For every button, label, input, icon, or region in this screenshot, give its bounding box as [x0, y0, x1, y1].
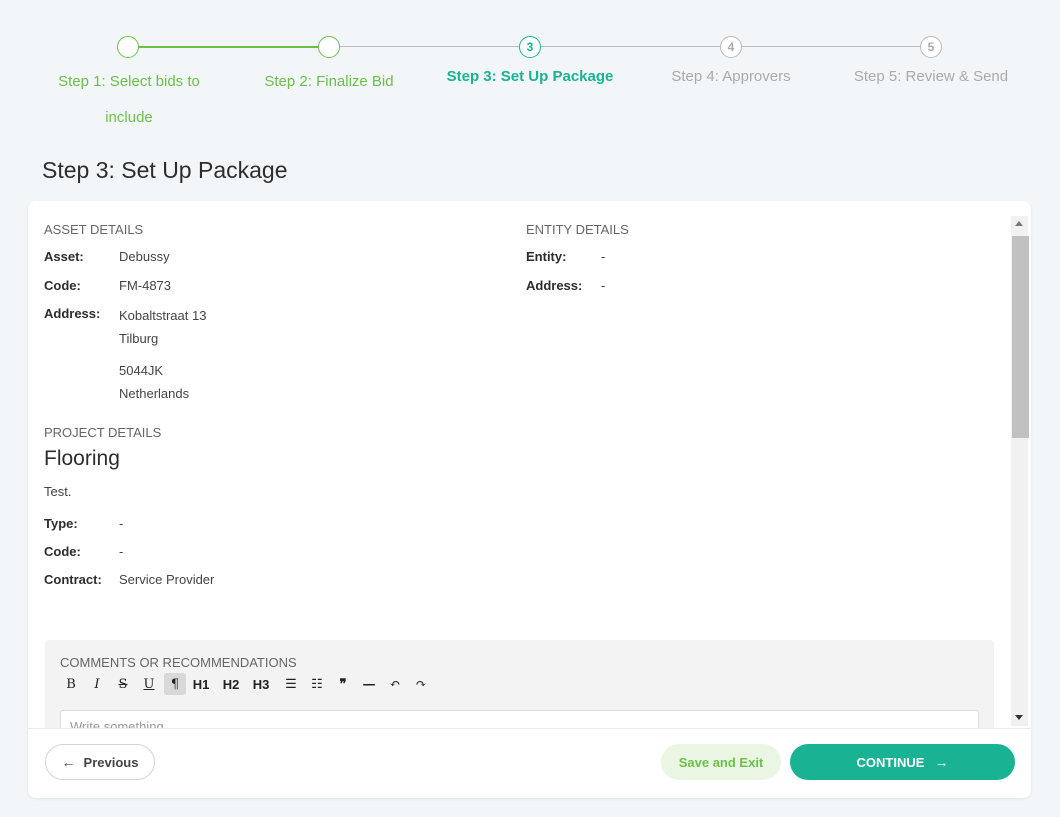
project-type-value: -: [119, 516, 124, 531]
underline-button[interactable]: U: [138, 673, 160, 695]
editor-toolbar: B I S U ¶ H1 H2 H3 ☰ ☷ ❞ — ↶ ↷: [60, 673, 436, 695]
comments-section: COMMENTS OR RECOMMENDATIONS B I S U ¶ H1…: [45, 640, 994, 728]
bold-button[interactable]: B: [60, 673, 82, 695]
scrollbar-thumb[interactable]: [1012, 236, 1029, 438]
heading-2-button[interactable]: H2: [220, 673, 242, 695]
asset-address-line1: Kobaltstraat 13: [119, 308, 207, 323]
asset-address-key: Address:: [44, 306, 101, 321]
asset-code-key: Code:: [44, 278, 81, 293]
ordered-list-icon[interactable]: ☷: [306, 673, 328, 695]
progress-stepper: 3 4 5 Step 1: Select bids to include Ste…: [0, 0, 1060, 140]
project-contract-value: Service Provider: [119, 572, 215, 587]
step-4-label: Step 4: Approvers: [671, 68, 791, 85]
page-title: Step 3: Set Up Package: [42, 157, 288, 183]
step-connector-3: [541, 46, 720, 47]
entity-key: Entity:: [526, 249, 567, 264]
asset-details-heading: ASSET DETAILS: [44, 222, 144, 237]
entity-address-key: Address:: [526, 278, 583, 293]
scroll-up-icon[interactable]: [1015, 221, 1023, 226]
arrow-right-icon: →: [934, 754, 949, 770]
scroll-down-icon[interactable]: [1015, 715, 1023, 720]
bullet-list-icon[interactable]: ☰: [280, 673, 302, 695]
step-4-indicator: 4: [720, 36, 742, 58]
asset-key: Asset:: [44, 249, 84, 264]
continue-button[interactable]: CONTINUE →: [790, 744, 1015, 780]
paragraph-button[interactable]: ¶: [164, 673, 186, 695]
package-details-scroll-area[interactable]: ASSET DETAILS Asset: Debussy Code: FM-48…: [28, 201, 1008, 728]
heading-1-button[interactable]: H1: [190, 673, 212, 695]
undo-icon[interactable]: ↶: [384, 673, 406, 695]
horizontal-rule-icon[interactable]: —: [358, 673, 380, 695]
comments-editor[interactable]: Write something ...: [60, 710, 979, 728]
italic-button[interactable]: I: [86, 673, 108, 695]
entity-value: -: [601, 249, 606, 264]
asset-value: Debussy: [119, 249, 170, 264]
project-code-key: Code:: [44, 544, 81, 559]
step-2-label[interactable]: Step 2: Finalize Bid: [249, 64, 409, 100]
entity-details-heading: ENTITY DETAILS: [526, 222, 629, 237]
step-5-label: Step 5: Review & Send: [853, 68, 1009, 85]
project-type-key: Type:: [44, 516, 78, 531]
asset-address-line4: Netherlands: [119, 386, 190, 401]
project-code-value: -: [119, 544, 124, 559]
step-1-label[interactable]: Step 1: Select bids to include: [44, 64, 214, 136]
save-and-exit-button[interactable]: Save and Exit: [661, 744, 781, 780]
blockquote-icon[interactable]: ❞: [332, 673, 354, 695]
previous-button-label: Previous: [83, 754, 139, 770]
step-connector-1: [139, 46, 318, 48]
step-5-indicator: 5: [920, 36, 942, 58]
project-title: Flooring: [44, 447, 120, 470]
asset-address-line3: 5044JK: [119, 363, 164, 378]
entity-address-value: -: [601, 278, 606, 293]
asset-address-line2: Tilburg: [119, 331, 159, 346]
continue-button-label: CONTINUE: [856, 754, 925, 770]
project-details-heading: PROJECT DETAILS: [44, 425, 162, 440]
step-connector-4: [742, 46, 920, 47]
previous-button[interactable]: ← Previous: [45, 744, 155, 780]
project-description: Test.: [44, 484, 72, 499]
step-3-label: Step 3: Set Up Package: [446, 68, 614, 85]
step-2-indicator[interactable]: [318, 36, 340, 58]
card-footer: ← Previous Save and Exit CONTINUE →: [28, 728, 1031, 798]
strikethrough-button[interactable]: S: [112, 673, 134, 695]
comments-label: COMMENTS OR RECOMMENDATIONS: [60, 655, 297, 670]
step-3-indicator: 3: [519, 36, 541, 58]
package-card: ASSET DETAILS Asset: Debussy Code: FM-48…: [28, 201, 1031, 798]
arrow-left-icon: ←: [61, 754, 76, 770]
step-connector-2: [340, 46, 519, 47]
asset-code-value: FM-4873: [119, 278, 172, 293]
step-1-indicator[interactable]: [117, 36, 139, 58]
project-contract-key: Contract:: [44, 572, 102, 587]
redo-icon[interactable]: ↷: [410, 673, 432, 695]
heading-3-button[interactable]: H3: [250, 673, 272, 695]
vertical-scrollbar[interactable]: [1011, 216, 1029, 726]
